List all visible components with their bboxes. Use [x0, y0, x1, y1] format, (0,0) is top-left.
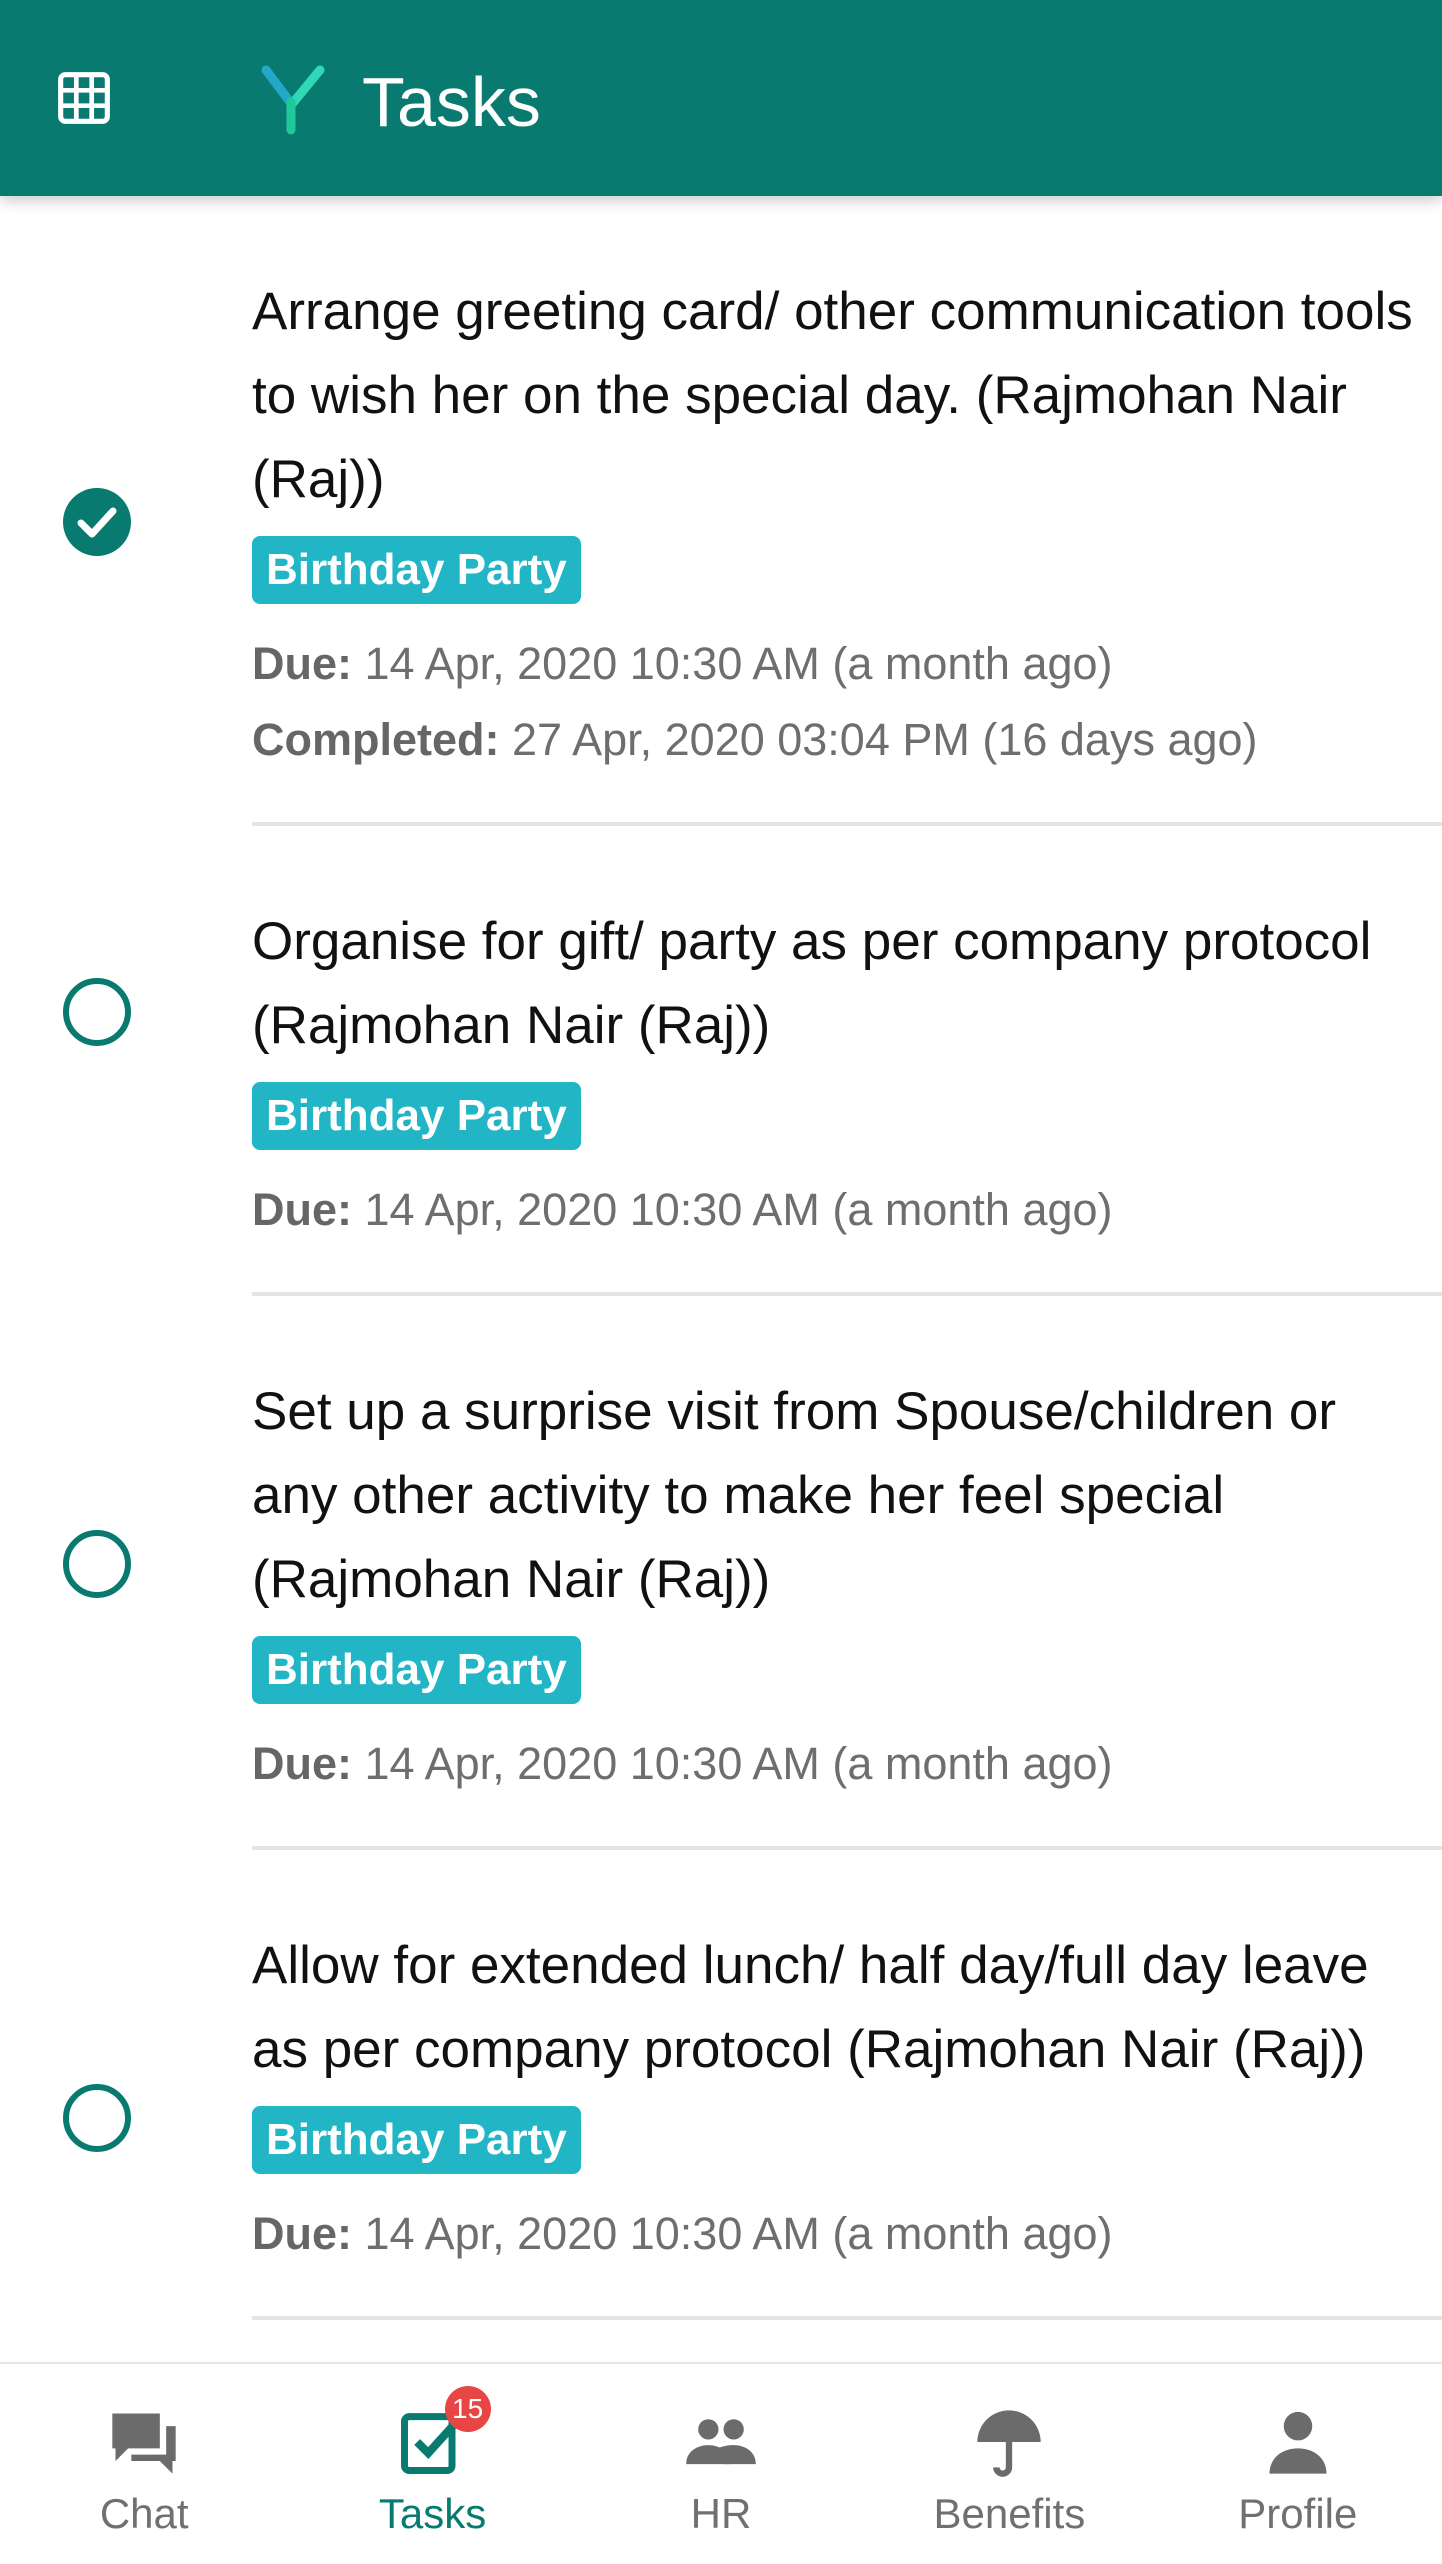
- umbrella-icon: [977, 2410, 1042, 2477]
- task-item[interactable]: Arrange greeting card/ other communicati…: [0, 196, 1442, 826]
- person-icon: [1269, 2411, 1327, 2474]
- task-text: Allow for extended lunch/ half day/full …: [252, 1936, 1369, 2079]
- task-item[interactable]: Allow for extended lunch/ half day/full …: [0, 1850, 1442, 2320]
- unchecked-circle-icon[interactable]: [62, 977, 132, 1047]
- people-icon: [686, 2419, 756, 2465]
- checked-circle-icon[interactable]: [62, 487, 132, 557]
- task-tag: Birthday Party: [252, 1636, 581, 1704]
- due-date: Due: 14 Apr, 2020 10:30 AM (a month ago): [252, 2196, 1422, 2272]
- tab-label: Tasks: [378, 2490, 487, 2537]
- due-value: 14 Apr, 2020 10:30 AM (a month ago): [364, 638, 1113, 689]
- unchecked-circle-icon[interactable]: [62, 2083, 132, 2153]
- tab-label: Chat: [99, 2490, 189, 2537]
- tab-benefits[interactable]: Benefits: [865, 2364, 1153, 2564]
- tab-label: Profile: [1238, 2490, 1358, 2537]
- tab-label: HR: [690, 2490, 752, 2537]
- task-item[interactable]: Set up a surprise visit from Spouse/chil…: [0, 1296, 1442, 1850]
- task-text: Arrange greeting card/ other communicati…: [252, 282, 1413, 509]
- page-title: Tasks: [362, 63, 541, 141]
- completed-label: Completed:: [252, 714, 500, 765]
- task-tag: Birthday Party: [252, 2106, 581, 2174]
- task-tag: Birthday Party: [252, 536, 581, 604]
- completed-date: Completed: 27 Apr, 2020 03:04 PM (16 day…: [252, 702, 1422, 778]
- due-date: Due: 14 Apr, 2020 10:30 AM (a month ago): [252, 1726, 1422, 1802]
- tab-hr[interactable]: HR: [577, 2364, 865, 2564]
- notification-badge: 15: [444, 2386, 491, 2432]
- task-tag: Birthday Party: [252, 1082, 581, 1150]
- bottom-tab-bar: Chat 15 Tasks HR Benefits Profile: [0, 2362, 1442, 2564]
- due-value: 14 Apr, 2020 10:30 AM (a month ago): [364, 2208, 1113, 2259]
- due-value: 14 Apr, 2020 10:30 AM (a month ago): [364, 1184, 1113, 1235]
- due-label: Due:: [252, 1738, 352, 1789]
- due-date: Due: 14 Apr, 2020 10:30 AM (a month ago): [252, 626, 1422, 702]
- unchecked-circle-icon[interactable]: [62, 1529, 132, 1599]
- grid-icon[interactable]: [56, 70, 112, 126]
- due-value: 14 Apr, 2020 10:30 AM (a month ago): [364, 1738, 1113, 1789]
- y-logo-icon: [261, 65, 325, 135]
- task-text: Set up a surprise visit from Spouse/chil…: [252, 1382, 1337, 1609]
- tab-label: Benefits: [933, 2490, 1086, 2537]
- completed-value: 27 Apr, 2020 03:04 PM (16 days ago): [512, 714, 1258, 765]
- tab-chat[interactable]: Chat: [0, 2364, 288, 2564]
- task-list[interactable]: Arrange greeting card/ other communicati…: [0, 196, 1442, 2478]
- due-label: Due:: [252, 638, 352, 689]
- tab-tasks[interactable]: 15 Tasks: [288, 2364, 576, 2564]
- chat-icon: [112, 2413, 176, 2474]
- due-date: Due: 14 Apr, 2020 10:30 AM (a month ago): [252, 1172, 1422, 1248]
- tab-profile[interactable]: Profile: [1154, 2364, 1442, 2564]
- app-header: Tasks: [0, 0, 1442, 196]
- task-text: Organise for gift/ party as per company …: [252, 912, 1372, 1055]
- due-label: Due:: [252, 2208, 352, 2259]
- task-item[interactable]: Organise for gift/ party as per company …: [0, 826, 1442, 1296]
- due-label: Due:: [252, 1184, 352, 1235]
